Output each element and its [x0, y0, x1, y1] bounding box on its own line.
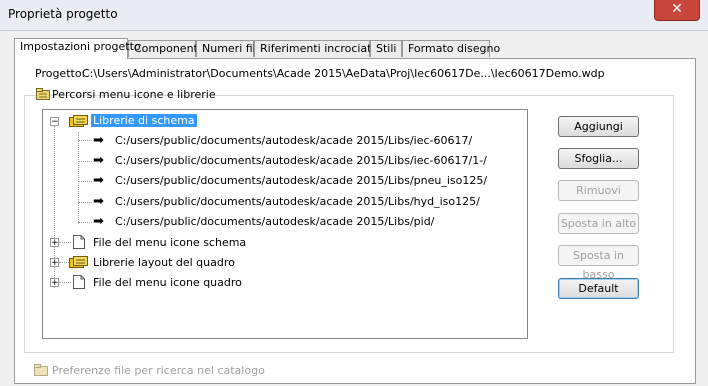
tab-stili[interactable]: Stili	[370, 40, 402, 57]
catalog-preferences-label: Preferenze file per ricerca nel catalogo	[52, 364, 265, 377]
tree-node-label[interactable]: Librerie layout del quadro	[93, 256, 235, 269]
document-icon	[73, 275, 85, 289]
default-button[interactable]: Default	[558, 278, 639, 299]
browse-button[interactable]: Sfoglia...	[558, 148, 639, 169]
expand-icon[interactable]: +	[50, 278, 59, 288]
add-button[interactable]: Aggiungi	[558, 116, 639, 137]
section-label: Percorsi menu icone e librerie	[52, 88, 216, 101]
move-up-button[interactable]: Sposta in alto	[558, 213, 639, 234]
catalog-preferences-header: Preferenze file per ricerca nel catalogo	[34, 364, 265, 377]
tab-formato-disegno[interactable]: Formato disegno	[402, 40, 500, 57]
title-bar: Proprietà progetto ✕	[0, 0, 708, 31]
window-title: Proprietà progetto	[8, 7, 118, 21]
path-label[interactable]: C:/users/public/documents/autodesk/acade…	[115, 134, 472, 147]
path-label[interactable]: C:/users/public/documents/autodesk/acade…	[115, 174, 487, 187]
folder-stack-icon	[69, 115, 88, 127]
tree-node-label[interactable]: File del menu icone schema	[93, 236, 246, 249]
arrow-icon: ➡	[93, 153, 104, 168]
tree-node-label[interactable]: File del menu icone quadro	[93, 276, 242, 289]
path-label[interactable]: C:/users/public/documents/autodesk/acade…	[115, 154, 487, 167]
arrow-icon: ➡	[93, 214, 104, 229]
folder-stack-icon	[69, 256, 88, 268]
document-icon	[73, 235, 85, 249]
tree-node-label[interactable]: Librerie di schema	[91, 114, 197, 127]
expand-icon[interactable]: +	[50, 238, 59, 248]
arrow-icon: ➡	[93, 173, 104, 188]
arrow-icon: ➡	[93, 133, 104, 148]
remove-button[interactable]: Rimuovi	[558, 180, 639, 201]
path-label[interactable]: C:/users/public/documents/autodesk/acade…	[115, 215, 434, 228]
arrow-icon: ➡	[93, 194, 104, 209]
close-button[interactable]: ✕	[654, 0, 700, 21]
folder-tree-icon	[34, 364, 48, 376]
close-icon: ✕	[671, 1, 683, 17]
tab-impostazioni-progetto[interactable]: Impostazioni progetto	[14, 38, 141, 59]
move-down-button[interactable]: Sposta in basso	[558, 245, 639, 281]
folder-tree-icon	[36, 88, 50, 100]
section-header: Percorsi menu icone e librerie	[36, 88, 216, 101]
library-tree[interactable]: − Librerie di schema ➡ C:/users/public/d…	[42, 109, 528, 339]
project-label: Progetto:	[35, 67, 86, 80]
expand-icon[interactable]: +	[50, 258, 59, 268]
project-path: C:\Users\Administrator\Documents\Acade 2…	[82, 67, 605, 80]
collapse-icon[interactable]: −	[50, 117, 59, 127]
tab-numeri-fili[interactable]: Numeri fili	[196, 40, 259, 57]
path-label[interactable]: C:/users/public/documents/autodesk/acade…	[115, 195, 480, 208]
tab-riferimenti-incrociati[interactable]: Riferimenti incrociati	[254, 40, 375, 57]
